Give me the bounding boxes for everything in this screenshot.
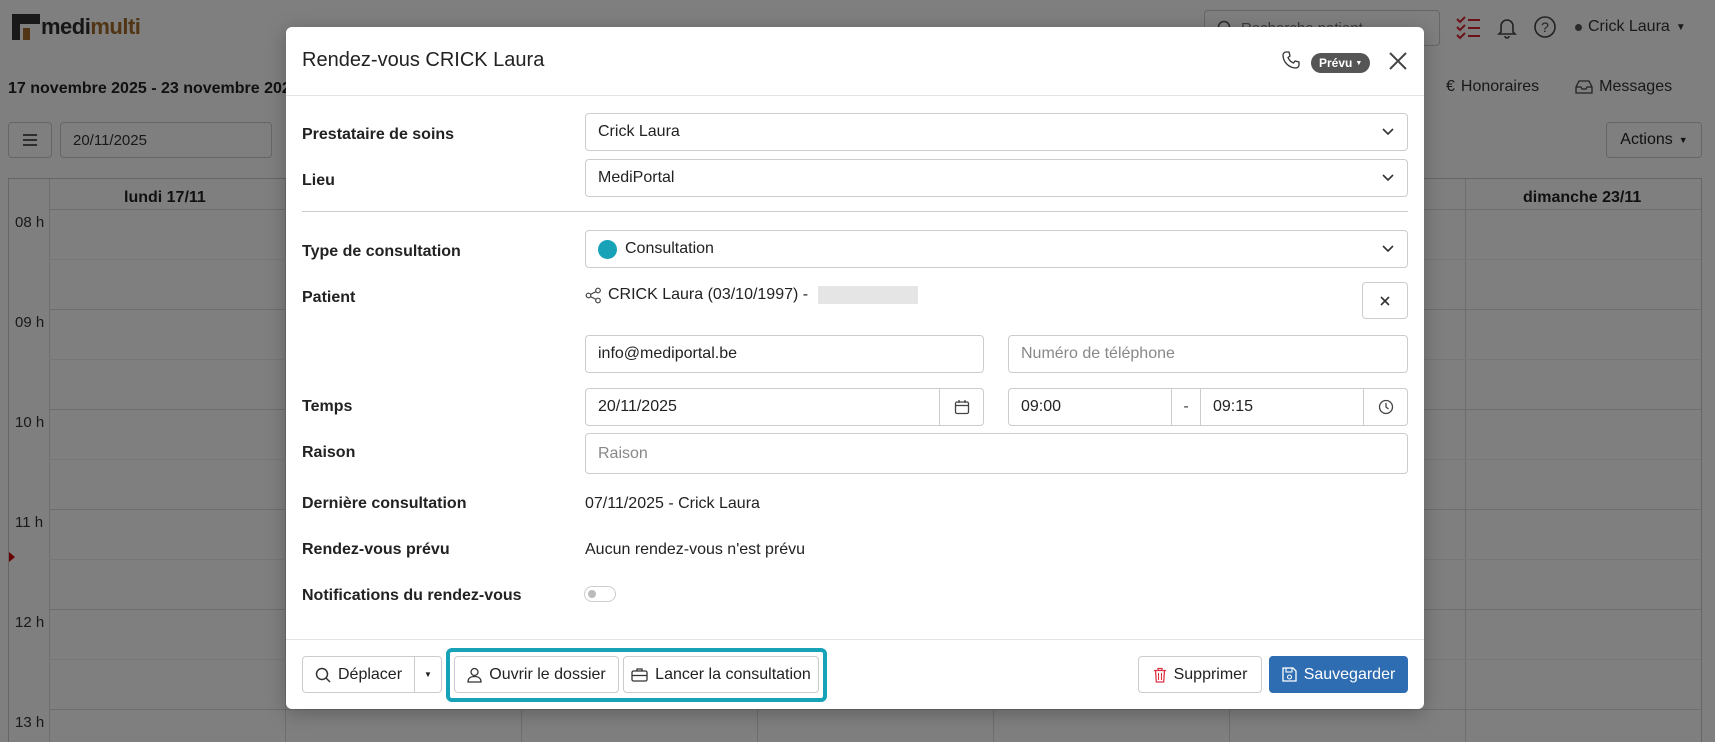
planned-value: Aucun rendez-vous n'est prévu [585, 541, 806, 558]
clock-icon [1378, 399, 1393, 415]
divider [302, 211, 1408, 212]
modal-body: Prestataire de soins Crick Laura Lieu Me… [286, 96, 1424, 639]
consult-type-label: Type de consultation [302, 243, 461, 260]
date-field[interactable]: 20/11/2025 [585, 388, 984, 426]
patient-info: CRICK Laura (03/10/1997) - [585, 286, 919, 304]
caret-down-icon: ▼ [424, 670, 432, 679]
toggle-knob [588, 590, 596, 598]
close-icon [1380, 295, 1390, 306]
modal-title: Rendez-vous CRICK Laura [302, 49, 545, 71]
location-label: Lieu [302, 172, 335, 189]
start-time-input[interactable]: 09:00 [1021, 398, 1061, 416]
open-file-button[interactable]: Ouvrir le dossier [454, 656, 619, 693]
calendar-icon [954, 400, 969, 415]
notifications-toggle[interactable] [584, 586, 616, 602]
consult-color-dot [598, 239, 617, 259]
location-select[interactable]: MediPortal [585, 159, 1408, 197]
user-icon [467, 667, 482, 683]
time-separator: - [1171, 389, 1201, 425]
delete-button[interactable]: Supprimer [1138, 656, 1262, 693]
phone-icon[interactable] [1282, 51, 1300, 69]
consult-type-select[interactable]: Consultation [585, 230, 1408, 268]
time-label: Temps [302, 398, 353, 415]
date-picker-button[interactable] [939, 389, 983, 425]
notifications-label: Notifications du rendez-vous [302, 587, 522, 604]
move-dropdown-button[interactable]: ▼ [414, 656, 442, 693]
patient-name[interactable]: CRICK Laura (03/10/1997) - [608, 286, 808, 304]
chevron-down-icon [1382, 245, 1394, 253]
modal-footer: Déplacer ▼ Ouvrir le dossier Lancer la c… [286, 639, 1424, 709]
chevron-down-icon [1382, 128, 1394, 136]
patient-label: Patient [302, 289, 356, 306]
close-icon[interactable] [1386, 49, 1410, 73]
phone-field[interactable]: Numéro de téléphone [1008, 335, 1408, 373]
caret-down-icon: ▼ [1355, 59, 1363, 67]
planned-label: Rendez-vous prévu [302, 541, 450, 558]
launch-consultation-button[interactable]: Lancer la consultation [623, 656, 819, 693]
search-icon [315, 667, 331, 683]
time-picker-button[interactable] [1363, 389, 1407, 425]
trash-icon [1153, 667, 1166, 683]
share-nodes-icon[interactable] [585, 287, 602, 304]
reason-input[interactable]: Raison [585, 433, 1408, 474]
status-badge[interactable]: Prévu ▼ [1311, 53, 1371, 73]
chevron-down-icon [1382, 174, 1394, 182]
redacted-patient-id [818, 286, 919, 304]
last-consult-value: 07/11/2025 - Crick Laura [585, 495, 760, 512]
briefcase-icon [631, 668, 648, 682]
clear-patient-button[interactable] [1362, 282, 1408, 319]
time-range-field: 09:00 - 09:15 [1008, 388, 1408, 426]
email-field[interactable]: info@mediportal.be [585, 335, 984, 373]
reason-label: Raison [302, 444, 356, 461]
floppy-disk-icon [1282, 667, 1297, 682]
save-button[interactable]: Sauvegarder [1269, 656, 1408, 693]
move-button[interactable]: Déplacer [302, 656, 415, 693]
appointment-modal: Rendez-vous CRICK Laura Prévu ▼ Prestatai… [286, 27, 1424, 709]
provider-select[interactable]: Crick Laura [585, 113, 1408, 151]
last-consult-label: Dernière consultation [302, 495, 467, 512]
modal-header: Rendez-vous CRICK Laura Prévu ▼ [286, 27, 1424, 96]
provider-label: Prestataire de soins [302, 126, 455, 143]
end-time-input[interactable]: 09:15 [1213, 398, 1253, 416]
